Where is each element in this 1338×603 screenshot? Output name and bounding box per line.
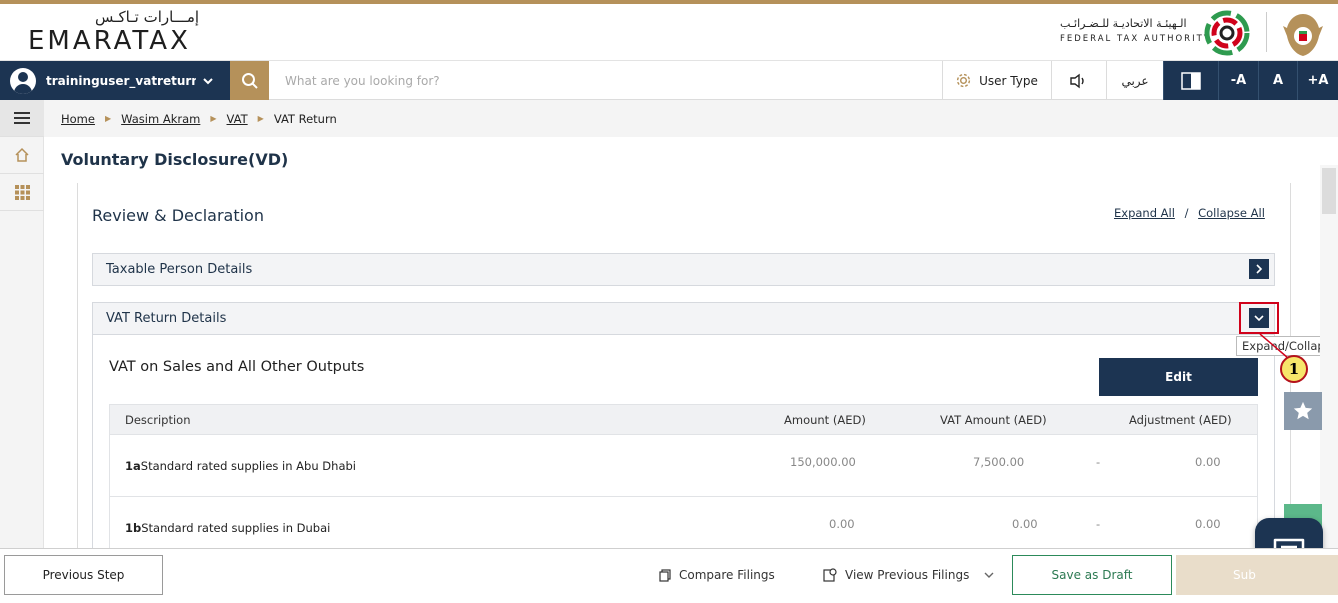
site-header: إمـــارات تـاكـس EMARATAX الـهيئـة الاتح… [0, 4, 1338, 61]
history-icon [823, 568, 837, 582]
font-normal-button[interactable]: A [1258, 61, 1297, 100]
copy-icon [659, 568, 671, 582]
accordion-taxable-person-toggle[interactable] [1249, 259, 1269, 279]
emaratax-logo-arabic: إمـــارات تـاكـس [95, 8, 200, 26]
row-vat-amount: 7,500.00 [973, 454, 1025, 469]
row-vat-amount: 0.00 [1012, 516, 1038, 531]
user-type-button[interactable]: User Type [942, 61, 1051, 100]
language-toggle[interactable]: عربي [1106, 61, 1163, 100]
view-previous-filings-label: View Previous Filings [845, 568, 970, 582]
breadcrumb-separator-icon: ▶ [210, 114, 217, 123]
view-previous-filings-dropdown[interactable]: View Previous Filings [823, 555, 995, 595]
grid-icon [14, 184, 30, 200]
fta-logo-icon [1204, 10, 1250, 56]
menu-toggle[interactable] [0, 100, 44, 137]
gear-icon [957, 73, 971, 88]
font-decrease-button[interactable]: -A [1218, 61, 1258, 100]
accordion-vat-return[interactable]: VAT Return Details [92, 302, 1275, 335]
link-separator: / [1184, 206, 1189, 220]
font-increase-button[interactable]: +A [1297, 61, 1338, 100]
row-amount: 150,000.00 [790, 454, 856, 469]
header-divider [1266, 12, 1267, 52]
hamburger-icon [14, 112, 30, 124]
row-dash: - [1096, 454, 1101, 469]
previous-step-button[interactable]: Previous Step [4, 555, 163, 595]
annotation-highlight-box [1239, 302, 1279, 334]
top-toolbar: traininguser_vatreturns... User Type عرب… [0, 61, 1338, 100]
breadcrumb-current: VAT Return [273, 111, 337, 126]
expand-all-link[interactable]: Expand All [1114, 206, 1175, 220]
row-dash: - [1096, 516, 1101, 531]
row-adjustment: 0.00 [1195, 516, 1221, 531]
breadcrumb-home[interactable]: Home [61, 112, 95, 126]
annotation-callout-number: 1 [1280, 355, 1308, 383]
fta-name-arabic: الـهيئـة الاتحاديـة للـضـرائـب [1060, 17, 1187, 30]
edit-button[interactable]: Edit [1099, 358, 1258, 396]
fta-name-english: FEDERAL TAX AUTHORITY [1060, 34, 1211, 44]
text-to-speech-button[interactable] [1051, 61, 1106, 100]
left-sidebar [0, 100, 44, 548]
breadcrumb-taxpayer[interactable]: Wasim Akram [121, 112, 200, 126]
chevron-down-icon [984, 572, 994, 578]
home-icon [15, 147, 29, 162]
accordion-taxable-person-label: Taxable Person Details [106, 262, 253, 277]
scrollbar-thumb[interactable] [1322, 168, 1336, 214]
row-code: 1b [125, 520, 142, 535]
row-code: 1a [125, 458, 141, 473]
star-icon [1293, 401, 1313, 420]
row-amount: 0.00 [829, 516, 855, 531]
search-button[interactable] [230, 61, 269, 100]
search-input[interactable] [275, 67, 875, 94]
breadcrumb-separator-icon: ▶ [104, 114, 112, 123]
user-type-label: User Type [979, 73, 1038, 88]
compare-filings-label: Compare Filings [679, 568, 775, 582]
breadcrumb-separator-icon: ▶ [257, 114, 264, 123]
row-label: 1bStandard rated supplies in Dubai [125, 521, 330, 535]
compare-filings-button[interactable]: Compare Filings [659, 555, 775, 595]
arabic-label: عربي [1121, 73, 1149, 88]
user-name: traininguser_vatreturns... [46, 73, 196, 88]
row-adjustment: 0.00 [1195, 454, 1221, 469]
page-title: Voluntary Disclosure(VD) [61, 150, 289, 169]
contrast-icon [1181, 71, 1201, 90]
user-avatar-icon [10, 67, 36, 94]
sales-section-title: VAT on Sales and All Other Outputs [109, 359, 365, 375]
review-section-title: Review & Declaration [92, 206, 264, 225]
emaratax-logo[interactable]: EMARATAX [28, 26, 191, 56]
uae-emblem-icon [1283, 14, 1323, 56]
chevron-right-icon [1256, 264, 1263, 274]
accordion-vat-return-label: VAT Return Details [106, 311, 227, 326]
breadcrumb-vat[interactable]: VAT [227, 112, 248, 126]
col-adjustment: Adjustment (AED) [1129, 412, 1232, 427]
speaker-icon [1070, 73, 1084, 88]
main-scrollbar[interactable] [1320, 165, 1338, 548]
col-description: Description [125, 412, 191, 427]
expand-collapse-links: Expand All / Collapse All [1114, 206, 1265, 220]
user-menu[interactable]: traininguser_vatreturns... [0, 61, 230, 100]
favorite-button[interactable] [1284, 392, 1322, 430]
table-row: 1aStandard rated supplies in Abu Dhabi 1… [109, 435, 1258, 497]
submit-button[interactable]: Sub [1176, 555, 1338, 595]
sales-table-header: Description Amount (AED) VAT Amount (AED… [109, 404, 1258, 435]
row-description: Standard rated supplies in Dubai [141, 520, 331, 535]
col-vat-amount: VAT Amount (AED) [940, 412, 1047, 427]
collapse-all-link[interactable]: Collapse All [1198, 206, 1265, 220]
save-as-draft-button[interactable]: Save as Draft [1012, 555, 1172, 595]
chevron-down-icon [203, 77, 213, 84]
row-description: Standard rated supplies in Abu Dhabi [140, 458, 356, 473]
sidebar-item-home[interactable] [0, 137, 44, 174]
row-label: 1aStandard rated supplies in Abu Dhabi [125, 459, 356, 473]
contrast-toggle[interactable] [1163, 61, 1218, 100]
search-icon [241, 72, 258, 89]
footer-bar: Previous Step Compare Filings View Previ… [0, 548, 1338, 603]
accordion-taxable-person[interactable]: Taxable Person Details [92, 253, 1275, 286]
sidebar-item-apps[interactable] [0, 174, 44, 211]
breadcrumb: Home ▶ Wasim Akram ▶ VAT ▶ VAT Return [44, 100, 1338, 137]
col-amount: Amount (AED) [784, 412, 866, 427]
